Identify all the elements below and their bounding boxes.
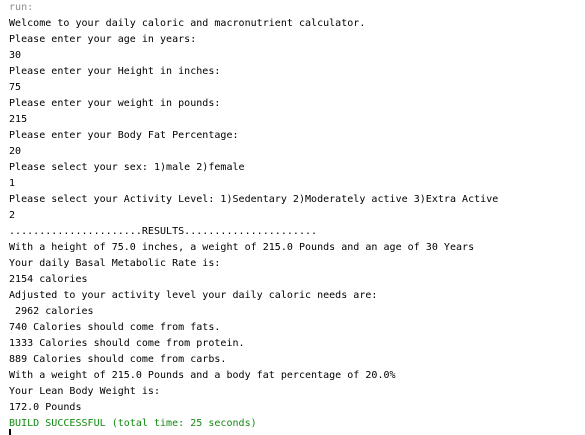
output-line-activity-input: 2: [9, 210, 16, 221]
output-line-welcome: Welcome to your daily caloric and macron…: [9, 18, 366, 29]
output-console[interactable]: run: Welcome to your daily caloric and m…: [0, 0, 585, 435]
output-line-lbw-label: Your Lean Body Weight is:: [9, 386, 161, 397]
output-line-age-prompt: Please enter your age in years:: [9, 34, 197, 45]
output-line-height-input: 75: [9, 82, 22, 93]
output-line-bodyfat-prompt: Please enter your Body Fat Percentage:: [9, 130, 239, 141]
output-line-lbw-summary: With a weight of 215.0 Pounds and a body…: [9, 370, 396, 381]
output-line-age-input: 30: [9, 50, 22, 61]
text-caret: [9, 429, 11, 435]
output-line-lbw-value: 172.0 Pounds: [9, 402, 82, 413]
output-line-bodyfat-input: 20: [9, 146, 22, 157]
build-status: BUILD SUCCESSFUL (total time: 25 seconds…: [9, 418, 257, 429]
output-line-sex-prompt: Please select your sex: 1)male 2)female: [9, 162, 245, 173]
output-line-weight-input: 215: [9, 114, 28, 125]
output-line-protein: 1333 Calories should come from protein.: [9, 338, 245, 349]
output-line-fats: 740 Calories should come from fats.: [9, 322, 221, 333]
output-line-summary: With a height of 75.0 inches, a weight o…: [9, 242, 475, 253]
output-line-needs-label: Adjusted to your activity level your dai…: [9, 290, 378, 301]
output-line-bmr-value: 2154 calories: [9, 274, 88, 285]
output-line-carbs: 889 Calories should come from carbs.: [9, 354, 227, 365]
output-line-activity-prompt: Please select your Activity Level: 1)Sed…: [9, 194, 499, 205]
output-line-results-header: ......................RESULTS...........…: [9, 226, 318, 237]
output-line-sex-input: 1: [9, 178, 16, 189]
output-line-needs-value: 2962 calories: [9, 306, 94, 317]
output-line-weight-prompt: Please enter your weight in pounds:: [9, 98, 221, 109]
output-line-bmr-label: Your daily Basal Metabolic Rate is:: [9, 258, 221, 269]
run-label: run:: [9, 2, 34, 13]
output-line-height-prompt: Please enter your Height in inches:: [9, 66, 221, 77]
